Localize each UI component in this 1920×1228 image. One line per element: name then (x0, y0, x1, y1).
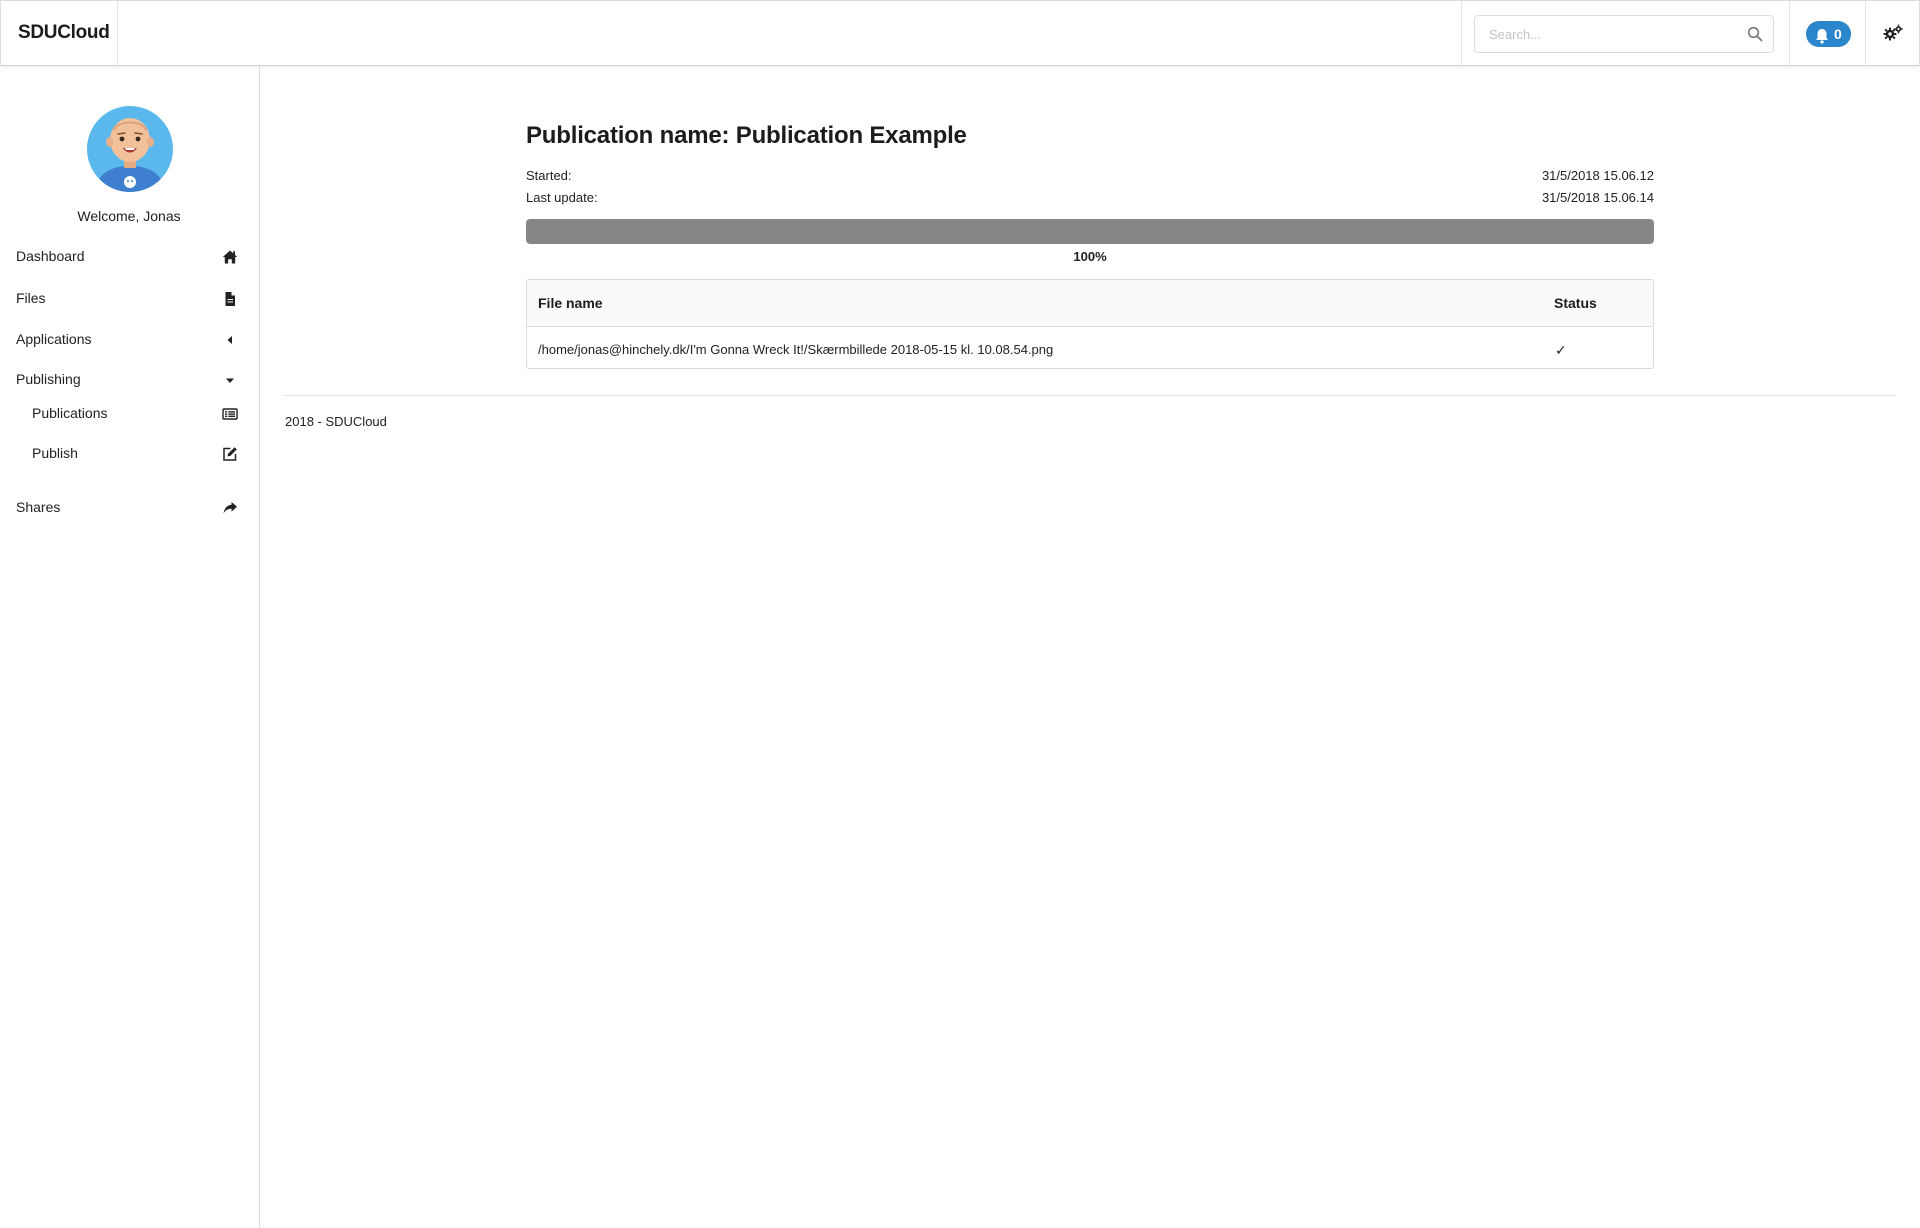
column-header-file-name[interactable]: File name (538, 295, 603, 311)
caret-down-icon (226, 378, 234, 383)
column-header-status[interactable]: Status (1554, 295, 1597, 311)
sidebar-item-label: Files (16, 290, 46, 306)
footer-divider (284, 395, 1896, 396)
file-name-cell[interactable]: /home/jonas@hinchely.dk/I'm Gonna Wreck … (538, 342, 1053, 357)
progress-bar (526, 219, 1654, 244)
sidebar-item-label: Dashboard (16, 248, 85, 264)
status-check-icon: ✓ (1555, 342, 1567, 358)
sidebar-item-publications[interactable]: Publications (0, 399, 258, 429)
last-update-value: 31/5/2018 15.06.14 (1541, 190, 1654, 205)
progress-fill (526, 219, 1654, 244)
user-avatar[interactable] (87, 106, 173, 192)
sidebar-item-publishing[interactable]: Publishing (0, 365, 258, 395)
progress-text: 100% (1073, 249, 1107, 264)
started-value: 31/5/2018 15.06.12 (1541, 168, 1654, 183)
sidebar-item-dashboard[interactable]: Dashboard (0, 242, 258, 272)
search-icon[interactable] (1747, 26, 1763, 42)
footer-text: 2018 - SDUCloud (285, 414, 387, 429)
started-label: Started: (526, 168, 572, 183)
list-icon (222, 408, 238, 420)
share-icon (223, 502, 237, 514)
search-area (1461, 1, 1790, 65)
brand-logo[interactable]: SDUCloud (1, 1, 118, 65)
search-input[interactable] (1475, 16, 1735, 52)
home-icon (222, 250, 238, 264)
top-bar: SDUCloud 0 (0, 0, 1920, 66)
sidebar-item-files[interactable]: Files (0, 284, 258, 314)
notifications-count: 0 (1834, 26, 1842, 42)
sidebar-item-label: Applications (16, 331, 92, 347)
sidebar-item-label: Publications (32, 405, 108, 421)
table-header: File name Status (527, 280, 1653, 327)
files-table: File name Status /home/jonas@hinchely.dk… (526, 279, 1654, 369)
sidebar-item-label: Publishing (16, 371, 81, 387)
page-title: Publication name: Publication Example (526, 122, 967, 149)
edit-icon (223, 447, 237, 461)
sidebar: Welcome, Jonas Dashboard Files Applicati… (0, 66, 260, 1228)
caret-left-icon (227, 336, 232, 344)
bell-icon (1815, 26, 1829, 44)
last-update-label: Last update: (526, 190, 598, 205)
sidebar-item-publish[interactable]: Publish (0, 439, 258, 469)
sidebar-item-shares[interactable]: Shares (0, 493, 258, 523)
sidebar-item-label: Shares (16, 499, 61, 515)
file-icon (225, 292, 235, 306)
sidebar-item-applications[interactable]: Applications (0, 325, 258, 355)
welcome-text: Welcome, Jonas (77, 208, 181, 224)
sidebar-item-label: Publish (32, 445, 78, 461)
search-box (1474, 15, 1774, 53)
gears-icon (1883, 24, 1903, 41)
notifications-button[interactable]: 0 (1806, 21, 1851, 47)
settings-button[interactable] (1865, 1, 1920, 65)
